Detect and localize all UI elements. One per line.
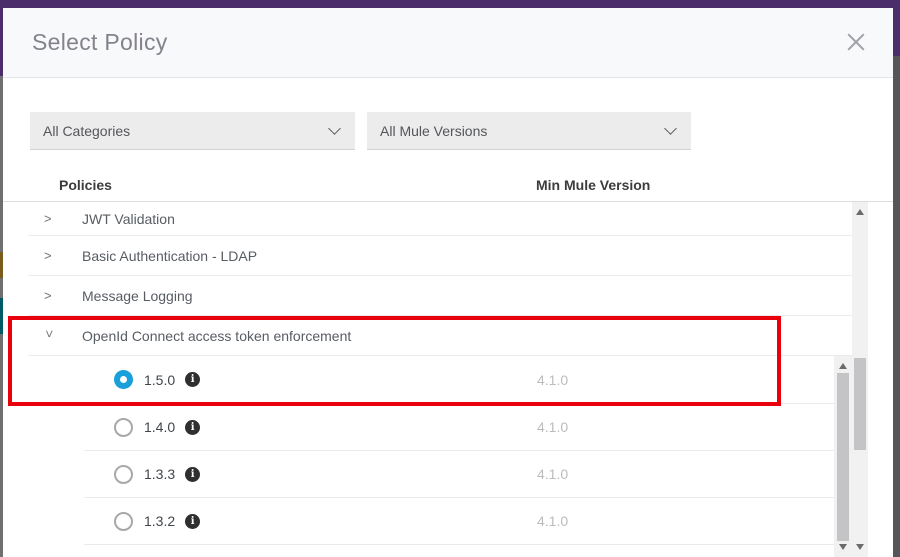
version-label: 1.4.0	[144, 419, 176, 435]
background-right-edge	[893, 0, 900, 557]
policy-row-message-logging[interactable]: > Message Logging	[28, 276, 852, 316]
radio-button-selected[interactable]	[114, 370, 133, 389]
inner-scrollbar-thumb[interactable]	[837, 373, 849, 541]
info-icon[interactable]: i	[185, 513, 201, 529]
chevron-right-icon: >	[44, 288, 52, 303]
policy-row-label: Basic Authentication - LDAP	[82, 247, 258, 264]
column-header-min-mule-version: Min Mule Version	[536, 177, 651, 193]
version-row-1-3-3[interactable]: 1.3.3 i 4.1.0	[84, 451, 834, 498]
policy-row-label: OpenId Connect access token enforcement	[82, 327, 352, 344]
radio-button[interactable]	[114, 464, 133, 484]
scroll-up-icon[interactable]	[856, 209, 864, 215]
version-row-1-4-0[interactable]: 1.4.0 i 4.1.0	[84, 404, 834, 451]
chevron-down-icon	[664, 121, 677, 135]
radio-button[interactable]	[114, 511, 133, 531]
column-header-policies: Policies	[59, 177, 112, 193]
policy-list: > JWT Validation > Basic Authentication …	[3, 202, 893, 557]
policy-row-label: JWT Validation	[82, 210, 175, 227]
categories-dropdown[interactable]: All Categories	[30, 112, 355, 150]
categories-dropdown-value: All Categories	[43, 122, 131, 139]
close-button[interactable]	[843, 29, 869, 55]
filter-bar: All Categories All Mule Versions	[30, 112, 893, 150]
policy-row-jwt-validation[interactable]: > JWT Validation	[28, 202, 852, 236]
modal-header: Select Policy	[3, 8, 893, 78]
min-mule-version-value: 4.1.0	[537, 513, 569, 529]
select-policy-modal: Select Policy All Categories All Mule Ve…	[3, 8, 893, 557]
info-icon[interactable]: i	[185, 419, 201, 435]
policy-row-label: Message Logging	[82, 287, 193, 304]
version-label: 1.3.2	[144, 513, 176, 529]
page-title: Select Policy	[32, 29, 168, 55]
chevron-down-icon	[328, 121, 341, 135]
version-label: 1.3.3	[144, 466, 176, 482]
version-label: 1.5.0	[144, 371, 176, 388]
chevron-down-icon: >	[42, 330, 57, 338]
outer-scrollbar-thumb[interactable]	[854, 358, 866, 450]
page: Select Policy All Categories All Mule Ve…	[0, 0, 900, 557]
min-mule-version-value: 4.1.0	[537, 419, 569, 435]
scroll-down-icon[interactable]	[839, 544, 847, 550]
table-column-headers: Policies Min Mule Version	[3, 150, 893, 202]
info-icon[interactable]: i	[185, 372, 201, 387]
close-icon	[843, 29, 869, 55]
mule-versions-dropdown[interactable]: All Mule Versions	[367, 112, 691, 150]
scroll-down-icon[interactable]	[856, 544, 864, 550]
radio-button[interactable]	[114, 417, 133, 437]
scroll-up-icon[interactable]	[839, 363, 847, 369]
outer-list-scrollbar[interactable]	[852, 202, 868, 557]
mule-versions-dropdown-value: All Mule Versions	[380, 122, 488, 139]
min-mule-version-value: 4.1.0	[537, 371, 569, 388]
chevron-right-icon: >	[44, 248, 52, 263]
policy-row-openid-connect[interactable]: > OpenId Connect access token enforcemen…	[28, 316, 852, 356]
info-icon[interactable]: i	[185, 466, 201, 482]
chevron-right-icon: >	[44, 211, 52, 226]
background-app-topbar	[0, 0, 900, 8]
version-row-1-5-0[interactable]: 1.5.0 i 4.1.0	[84, 356, 834, 404]
version-row-1-3-2[interactable]: 1.3.2 i 4.1.0	[84, 498, 834, 545]
min-mule-version-value: 4.1.0	[537, 466, 569, 482]
inner-version-scrollbar[interactable]	[834, 356, 852, 557]
policy-row-basic-authentication-ldap[interactable]: > Basic Authentication - LDAP	[28, 236, 852, 276]
right-edge-purple-segment	[893, 0, 900, 56]
